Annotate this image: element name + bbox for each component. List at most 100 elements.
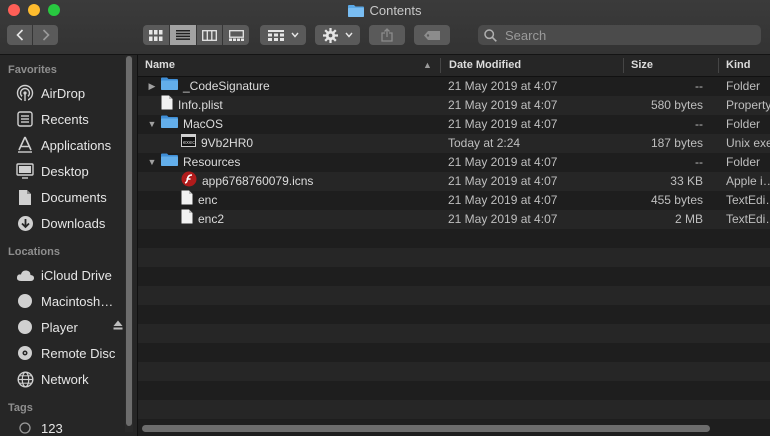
- edit-tags-button[interactable]: [414, 25, 450, 45]
- search-input[interactable]: [503, 26, 747, 44]
- empty-row: [138, 400, 770, 419]
- chevron-down-icon: [344, 32, 353, 38]
- disclosure-triangle-collapsed-icon[interactable]: ▶: [147, 77, 157, 96]
- file-kind: TextEdi…: [726, 193, 770, 207]
- table-row[interactable]: app6768760079.icns 21 May 2019 at 4:07 33 …: [138, 171, 770, 191]
- file-kind: Property: [726, 98, 770, 112]
- sidebar-item-network[interactable]: Network: [0, 366, 137, 392]
- file-date-modified: Today at 2:24: [448, 136, 521, 150]
- icon-view-button[interactable]: [143, 25, 169, 45]
- file-kind: Folder: [726, 155, 761, 169]
- column-view-button[interactable]: [196, 25, 223, 45]
- file-name-cell: ▼ MacOS: [147, 115, 223, 134]
- sidebar-item-applications[interactable]: Applications: [0, 132, 137, 158]
- group-by-button[interactable]: [260, 25, 306, 45]
- file-name: enc2: [198, 212, 225, 226]
- sidebar-item-label: 123: [41, 420, 63, 436]
- empty-row: [138, 381, 770, 400]
- disc-icon: [15, 344, 35, 362]
- table-row[interactable]: Info.plist 21 May 2019 at 4:07 580 bytes Pr…: [138, 95, 770, 115]
- sidebar-item-label: Remote Disc: [41, 345, 116, 361]
- downloads-icon: [15, 214, 35, 232]
- sidebar-item-tag-123[interactable]: 123: [0, 418, 137, 436]
- sidebar-scrollbar-thumb[interactable]: [126, 56, 132, 426]
- empty-row: [138, 305, 770, 324]
- file-list: Name ▲ Date Modified Size Kind ▶ _CodeSig…: [138, 55, 770, 436]
- column-divider[interactable]: [623, 58, 624, 73]
- table-row[interactable]: ▼ Resources 21 May 2019 at 4:07 -- Folder: [138, 153, 770, 172]
- sidebar-item-downloads[interactable]: Downloads: [0, 210, 137, 236]
- sidebar-item-documents[interactable]: Documents: [0, 184, 137, 210]
- sidebar-item-label: Recents: [41, 111, 89, 127]
- file-name-cell: ▼ Resources: [147, 153, 240, 172]
- folder-icon: [161, 115, 178, 134]
- sidebar-item-remote-disc[interactable]: Remote Disc: [0, 340, 137, 366]
- forward-button[interactable]: [33, 25, 58, 45]
- list-icon: [175, 30, 190, 40]
- file-kind: Folder: [726, 79, 761, 93]
- file-date-modified: 21 May 2019 at 4:07: [448, 193, 558, 207]
- table-row[interactable]: enc 21 May 2019 at 4:07 455 bytes TextEdi…: [138, 190, 770, 211]
- eject-icon[interactable]: [113, 320, 123, 333]
- list-horizontal-scrollbar[interactable]: [138, 425, 766, 433]
- folder-icon: [348, 5, 365, 17]
- file-name: Info.plist: [178, 98, 223, 112]
- terminal-icon: exec: [181, 134, 196, 153]
- sidebar-item-label: Documents: [41, 189, 107, 205]
- empty-row: [138, 248, 770, 267]
- view-mode-buttons: [143, 25, 249, 45]
- file-date-modified: 21 May 2019 at 4:07: [448, 79, 558, 93]
- sidebar-item-label: Desktop: [41, 163, 89, 179]
- document-icon: [181, 209, 193, 230]
- window-title: Contents: [0, 2, 770, 20]
- documents-icon: [15, 188, 35, 206]
- sidebar-item-label: Player: [41, 319, 78, 335]
- empty-row: [138, 286, 770, 305]
- table-row[interactable]: ▼ MacOS 21 May 2019 at 4:07 -- Folder: [138, 115, 770, 134]
- sidebar-item-macintosh[interactable]: Macintosh…: [0, 288, 137, 314]
- sidebar-item-icloud-drive[interactable]: iCloud Drive: [0, 262, 137, 288]
- sidebar-item-recents[interactable]: Recents: [0, 106, 137, 132]
- sidebar-item-airdrop[interactable]: AirDrop: [0, 80, 137, 106]
- sidebar-item-player[interactable]: Player: [0, 314, 137, 340]
- disk-icon: [15, 318, 35, 336]
- list-horizontal-scrollbar-thumb[interactable]: [142, 425, 710, 432]
- column-divider[interactable]: [440, 58, 441, 73]
- column-header-date-modified[interactable]: Date Modified: [449, 55, 521, 76]
- chevron-down-icon: [290, 32, 299, 38]
- sidebar-item-label: Macintosh…: [41, 293, 114, 309]
- file-size: --: [695, 155, 703, 169]
- column-header-kind[interactable]: Kind: [726, 55, 750, 76]
- disclosure-triangle-expanded-icon[interactable]: ▼: [147, 115, 157, 134]
- table-row[interactable]: enc2 21 May 2019 at 4:07 2 MB TextEdi…: [138, 209, 770, 230]
- gallery-view-button[interactable]: [223, 25, 249, 45]
- empty-row: [138, 324, 770, 343]
- file-kind: Apple i…: [726, 174, 770, 188]
- share-button[interactable]: [369, 25, 405, 45]
- file-name: 9Vb2HR0: [201, 136, 254, 150]
- tag-circle-icon: [15, 419, 35, 436]
- action-menu-button[interactable]: [315, 25, 360, 45]
- file-date-modified: 21 May 2019 at 4:07: [448, 117, 558, 131]
- search-field[interactable]: [478, 25, 761, 45]
- sidebar-item-desktop[interactable]: Desktop: [0, 158, 137, 184]
- cloud-icon: [15, 266, 35, 284]
- airdrop-icon: [15, 84, 35, 102]
- sidebar-scrollbar[interactable]: [125, 56, 133, 432]
- empty-row: [138, 343, 770, 362]
- navigation-buttons: [7, 25, 58, 45]
- disclosure-triangle-expanded-icon[interactable]: ▼: [147, 153, 157, 172]
- window-title-text: Contents: [369, 3, 422, 18]
- sidebar-heading-favorites: Favorites: [8, 64, 57, 76]
- file-name-cell: ▶ _CodeSignature: [147, 77, 270, 96]
- back-button[interactable]: [7, 25, 32, 45]
- column-divider[interactable]: [718, 58, 719, 73]
- table-row[interactable]: ▶ _CodeSignature 21 May 2019 at 4:07 -- Fold…: [138, 77, 770, 96]
- document-icon: [181, 190, 193, 211]
- sidebar-item-label: Applications: [41, 137, 112, 153]
- table-row[interactable]: exec 9Vb2HR0 Today at 2:24 187 bytes Unix ex…: [138, 134, 770, 153]
- tag-icon: [424, 30, 440, 40]
- column-header-size[interactable]: Size: [631, 55, 653, 76]
- list-view-button[interactable]: [169, 25, 196, 45]
- column-header-name[interactable]: Name: [145, 55, 175, 76]
